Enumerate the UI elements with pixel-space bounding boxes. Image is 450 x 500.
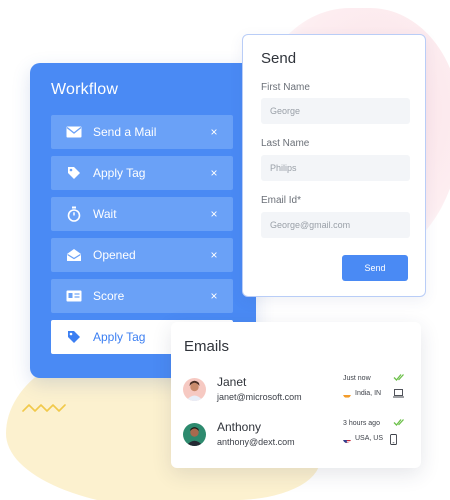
tag-icon xyxy=(65,164,83,182)
emails-title: Emails xyxy=(184,338,230,355)
send-button[interactable]: Send xyxy=(342,255,408,281)
workflow-step-label: Send a Mail xyxy=(93,125,157,139)
phone-icon xyxy=(390,434,397,445)
contact-email: janet@microsoft.com xyxy=(217,392,302,402)
opened-envelope-icon xyxy=(65,246,83,264)
avatar xyxy=(183,378,206,401)
workflow-step-label: Wait xyxy=(93,207,117,221)
email-label: Email Id* xyxy=(261,195,302,206)
workflow-step-opened[interactable]: Opened × xyxy=(51,238,233,272)
timestamp: Just now xyxy=(343,375,371,382)
id-card-icon xyxy=(65,287,83,305)
location: USA, US xyxy=(355,435,384,442)
laptop-icon xyxy=(393,389,404,398)
timestamp: 3 hours ago xyxy=(343,420,380,427)
close-icon[interactable]: × xyxy=(207,289,221,303)
close-icon[interactable]: × xyxy=(207,248,221,262)
location: India, IN xyxy=(355,390,382,397)
last-name-field[interactable] xyxy=(261,155,410,181)
contact-name: Janet xyxy=(217,375,247,389)
squiggle-decoration xyxy=(22,404,66,412)
workflow-step-score[interactable]: Score × xyxy=(51,279,233,313)
double-check-icon xyxy=(393,419,404,426)
workflow-step-send-mail[interactable]: Send a Mail × xyxy=(51,115,233,149)
stage: Workflow Send a Mail × Apply Tag × Wait … xyxy=(0,0,450,500)
close-icon[interactable]: × xyxy=(207,125,221,139)
close-icon[interactable]: × xyxy=(207,207,221,221)
stopwatch-icon xyxy=(65,205,83,223)
send-form-card: Send First Name Last Name Email Id* Send xyxy=(242,34,426,297)
first-name-field[interactable] xyxy=(261,98,410,124)
double-check-icon xyxy=(393,374,404,381)
first-name-label: First Name xyxy=(261,82,310,93)
workflow-step-label: Opened xyxy=(93,248,136,262)
mail-icon xyxy=(65,123,83,141)
last-name-label: Last Name xyxy=(261,138,310,149)
workflow-title: Workflow xyxy=(51,81,119,98)
send-form-title: Send xyxy=(261,50,297,67)
contact-email: anthony@dext.com xyxy=(217,437,295,447)
tag-icon xyxy=(65,328,83,346)
workflow-step-wait[interactable]: Wait × xyxy=(51,197,233,231)
usa-flag-icon xyxy=(343,435,351,443)
workflow-step-label: Score xyxy=(93,289,125,303)
contact-name: Anthony xyxy=(217,420,262,434)
india-flag-icon xyxy=(343,390,351,398)
avatar xyxy=(183,423,206,446)
email-row-janet[interactable]: Janet janet@microsoft.com Just now India… xyxy=(183,374,409,405)
workflow-step-label: Apply Tag xyxy=(93,166,146,180)
email-field[interactable] xyxy=(261,212,410,238)
workflow-step-apply-tag[interactable]: Apply Tag × xyxy=(51,156,233,190)
close-icon[interactable]: × xyxy=(207,166,221,180)
emails-card: Emails Janet janet@microsoft.com Just no… xyxy=(171,322,421,468)
email-row-anthony[interactable]: Anthony anthony@dext.com 3 hours ago USA… xyxy=(183,419,409,450)
